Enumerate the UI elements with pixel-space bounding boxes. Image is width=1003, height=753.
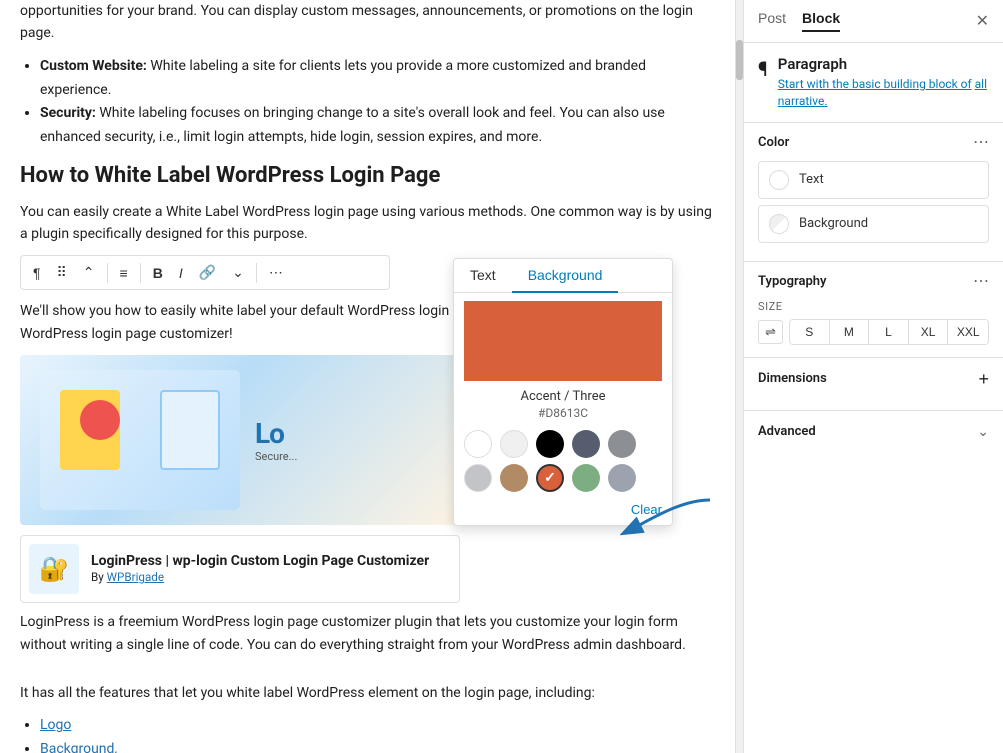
feature-list: Custom Website: White labeling a site fo… bbox=[20, 55, 715, 150]
formatting-toolbar: ¶ ⠿ ⌃ ≡ B I 🔗 ⌄ ⋯ bbox=[20, 255, 390, 290]
background-color-label: Background bbox=[799, 216, 868, 231]
swatch-lightgray[interactable] bbox=[500, 430, 528, 458]
feature-background: Background, bbox=[40, 738, 715, 753]
swatch-tan[interactable] bbox=[500, 464, 528, 492]
swatch-medgray[interactable] bbox=[608, 430, 636, 458]
plugin-icon: 🔐 bbox=[29, 544, 79, 594]
list-item-security: Security: White labeling focuses on brin… bbox=[40, 102, 715, 150]
color-section: Color ⋯ Text Background bbox=[744, 123, 1003, 262]
size-l-btn[interactable]: L bbox=[869, 320, 909, 344]
feature-logo: Logo bbox=[40, 714, 715, 738]
swatch-darkgray[interactable] bbox=[572, 430, 600, 458]
tab-background[interactable]: Background bbox=[512, 259, 619, 293]
typography-section-title: Typography bbox=[758, 274, 827, 289]
background-color-circle bbox=[769, 214, 789, 234]
dimensions-section: Dimensions + bbox=[744, 358, 1003, 411]
swatch-row-2 bbox=[454, 464, 672, 492]
toolbar-divider-1 bbox=[107, 263, 108, 283]
toolbar-divider-2 bbox=[140, 263, 141, 283]
scroll-track[interactable] bbox=[735, 0, 743, 753]
more-btn[interactable]: ⌄ bbox=[226, 260, 250, 285]
typography-section-header: Typography ⋯ bbox=[758, 274, 989, 290]
sidebar-tabs: Post Block bbox=[758, 10, 840, 32]
paragraph-tool[interactable]: ¶ bbox=[27, 261, 47, 285]
drag-handle[interactable]: ⠿ bbox=[51, 260, 73, 285]
plugin-title: LoginPress | wp-login Custom Login Page … bbox=[91, 553, 429, 569]
swatch-green[interactable] bbox=[572, 464, 600, 492]
size-buttons: S M L XL XXL bbox=[789, 319, 989, 345]
swatch-lightgray2[interactable] bbox=[464, 464, 492, 492]
block-info: ¶ Paragraph Start with the basic buildin… bbox=[744, 43, 1003, 123]
typography-more-btn[interactable]: ⋯ bbox=[973, 274, 989, 290]
text-color-option[interactable]: Text bbox=[758, 161, 989, 199]
swatch-white[interactable] bbox=[464, 430, 492, 458]
text-color-label: Text bbox=[799, 172, 824, 187]
color-more-btn[interactable]: ⋯ bbox=[973, 135, 989, 151]
options-btn[interactable]: ⋯ bbox=[263, 260, 289, 285]
advanced-chevron-btn[interactable]: ⌄ bbox=[977, 423, 989, 440]
background-color-option[interactable]: Background bbox=[758, 205, 989, 243]
size-xl-btn[interactable]: XL bbox=[909, 320, 949, 344]
dimensions-section-title: Dimensions bbox=[758, 371, 827, 386]
paragraph-icon: ¶ bbox=[758, 57, 768, 81]
right-sidebar: Post Block ✕ ¶ Paragraph Start with the … bbox=[743, 0, 1003, 753]
dimensions-section-header: Dimensions + bbox=[758, 370, 989, 388]
color-hex: #D8613C bbox=[464, 406, 662, 420]
typography-section: Typography ⋯ SIZE ⇌ S M L XL XXL bbox=[744, 262, 1003, 358]
link-btn[interactable]: 🔗 bbox=[193, 260, 222, 285]
swatch-row-1 bbox=[454, 430, 672, 458]
features-intro: It has all the features that let you whi… bbox=[20, 682, 715, 704]
block-description: Start with the basic building block of a… bbox=[778, 76, 989, 110]
swatch-orange-selected[interactable] bbox=[536, 464, 564, 492]
sidebar-header: Post Block ✕ bbox=[744, 0, 1003, 43]
paragraph-1: You can easily create a White Label Word… bbox=[20, 201, 715, 246]
article-image: Lo Secure... bbox=[20, 355, 460, 525]
advanced-title: Advanced bbox=[758, 424, 816, 439]
plugin-author: By WPBrigade bbox=[91, 570, 164, 584]
plugin-card: 🔐 LoginPress | wp-login Custom Login Pag… bbox=[20, 535, 460, 603]
main-content: opportunities for your brand. You can di… bbox=[0, 0, 735, 753]
italic-btn[interactable]: I bbox=[173, 261, 189, 285]
tab-post[interactable]: Post bbox=[758, 10, 786, 32]
swatch-black[interactable] bbox=[536, 430, 564, 458]
close-sidebar-btn[interactable]: ✕ bbox=[976, 11, 989, 31]
bold-btn[interactable]: B bbox=[147, 261, 169, 285]
plugin-description: LoginPress is a freemium WordPress login… bbox=[20, 611, 715, 656]
advanced-section: Advanced ⌄ bbox=[744, 411, 1003, 452]
color-section-title: Color bbox=[758, 135, 789, 150]
color-preview-swatch bbox=[464, 301, 662, 381]
size-adjust-btn[interactable]: ⇌ bbox=[758, 320, 783, 344]
text-color-circle bbox=[769, 170, 789, 190]
list-item-custom-website: Custom Website: White labeling a site fo… bbox=[40, 55, 715, 103]
size-label: SIZE bbox=[758, 300, 989, 313]
size-xxl-btn[interactable]: XXL bbox=[948, 320, 988, 344]
dimensions-add-btn[interactable]: + bbox=[978, 370, 989, 388]
align-btn[interactable]: ≡ bbox=[114, 261, 134, 285]
tab-text[interactable]: Text bbox=[454, 259, 512, 293]
color-picker-tabs: Text Background bbox=[454, 259, 672, 293]
toolbar-divider-3 bbox=[256, 263, 257, 283]
intro-paragraph: opportunities for your brand. You can di… bbox=[20, 0, 715, 45]
tab-block[interactable]: Block bbox=[802, 10, 840, 32]
color-name: Accent / Three bbox=[464, 389, 662, 404]
swatch-slategray[interactable] bbox=[608, 464, 636, 492]
wp-features-list: Logo Background, Log In Button, Error Me… bbox=[20, 714, 715, 753]
block-title: Paragraph bbox=[778, 55, 989, 73]
color-picker-popup: Text Background Accent / Three #D8613C C… bbox=[453, 258, 673, 526]
color-section-header: Color ⋯ bbox=[758, 135, 989, 151]
move-up-btn[interactable]: ⌃ bbox=[77, 260, 101, 285]
article-heading: How to White Label WordPress Login Page bbox=[20, 162, 715, 191]
advanced-header[interactable]: Advanced ⌄ bbox=[758, 423, 989, 440]
size-m-btn[interactable]: M bbox=[830, 320, 870, 344]
plugin-info: LoginPress | wp-login Custom Login Page … bbox=[91, 553, 429, 585]
arrow-indicator bbox=[620, 490, 720, 544]
size-s-btn[interactable]: S bbox=[790, 320, 830, 344]
